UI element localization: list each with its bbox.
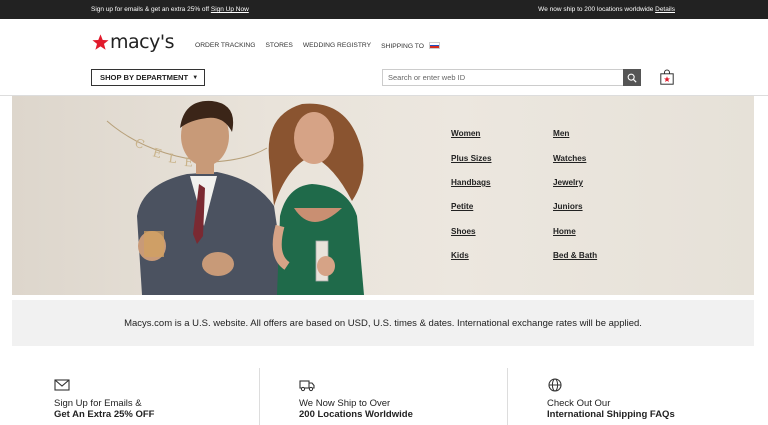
shipping-promo: We now ship to 200 locations worldwide D… (538, 6, 675, 13)
dept-link-home[interactable]: Home (553, 227, 576, 236)
dept-link-bed-bath[interactable]: Bed & Bath (553, 251, 597, 260)
dept-link-juniors[interactable]: Juniors (553, 202, 583, 211)
dept-link-handbags[interactable]: Handbags (451, 178, 491, 187)
svg-text:E: E (151, 145, 163, 161)
shipping-promo-text: We now ship to 200 locations worldwide (538, 6, 654, 13)
shipping-line2: 200 Locations Worldwide (299, 409, 413, 420)
email-promo: Sign up for emails & get an extra 25% of… (91, 6, 249, 13)
shipping-faq-block[interactable]: Check Out Our International Shipping FAQ… (547, 368, 747, 425)
wedding-registry-link[interactable]: WEDDING REGISTRY (303, 42, 371, 50)
shipping-to-link[interactable]: SHIPPING TO (381, 42, 440, 50)
russia-flag-icon (428, 42, 440, 49)
search-icon (627, 73, 637, 83)
shop-by-department-label: SHOP BY DEPARTMENT (100, 73, 189, 82)
email-signup-line2: Get An Extra 25% OFF (54, 409, 155, 420)
caret-down-icon: ▼ (192, 74, 199, 81)
star-logo-icon (92, 33, 109, 50)
dept-link-shoes[interactable]: Shoes (451, 227, 476, 236)
dept-link-petite[interactable]: Petite (451, 202, 473, 211)
stores-link[interactable]: STORES (265, 42, 292, 50)
dept-link-jewelry[interactable]: Jewelry (553, 178, 583, 187)
svg-text:L: L (168, 151, 178, 166)
email-signup-line1: Sign Up for Emails & (54, 398, 142, 409)
hero-couple-image: C E L E (106, 100, 364, 295)
dept-link-women[interactable]: Women (451, 129, 480, 138)
globe-icon (548, 378, 562, 392)
details-link[interactable]: Details (655, 6, 675, 13)
international-notice-text: Macys.com is a U.S. website. All offers … (124, 317, 642, 329)
info-divider (507, 368, 508, 425)
macys-logo[interactable]: macy's (92, 31, 174, 53)
utility-nav: ORDER TRACKING STORES WEDDING REGISTRY S… (195, 42, 450, 50)
envelope-icon (54, 379, 70, 391)
shop-by-department-button[interactable]: SHOP BY DEPARTMENT ▼ (91, 69, 205, 86)
shipping-block[interactable]: We Now Ship to Over 200 Locations Worldw… (299, 368, 489, 425)
promo-bar: Sign up for emails & get an extra 25% of… (0, 0, 768, 19)
dept-link-watches[interactable]: Watches (553, 154, 586, 163)
search-bar (382, 69, 641, 86)
international-notice: Macys.com is a U.S. website. All offers … (12, 300, 754, 346)
search-input[interactable] (383, 70, 623, 85)
search-button[interactable] (623, 69, 641, 86)
sign-up-now-link[interactable]: Sign Up Now (211, 6, 249, 13)
email-promo-text: Sign up for emails & get an extra 25% of… (91, 6, 210, 13)
order-tracking-link[interactable]: ORDER TRACKING (195, 42, 255, 50)
hero-banner: C E L E Women Plus Sizes Handbags Petite… (12, 96, 754, 295)
faq-line1: Check Out Our (547, 398, 611, 409)
svg-text:C: C (133, 136, 146, 152)
dept-link-kids[interactable]: Kids (451, 251, 469, 260)
shopping-bag-icon[interactable] (660, 69, 674, 85)
shipping-line1: We Now Ship to Over (299, 398, 391, 409)
email-signup-block[interactable]: Sign Up for Emails & Get An Extra 25% OF… (54, 368, 244, 425)
dept-link-plus-sizes[interactable]: Plus Sizes (451, 154, 492, 163)
faq-line2: International Shipping FAQs (547, 409, 675, 420)
truck-icon (299, 380, 315, 392)
info-divider (259, 368, 260, 425)
dept-link-men[interactable]: Men (553, 129, 569, 138)
logo-text: macy's (110, 31, 174, 53)
shipping-to-label: SHIPPING TO (381, 43, 424, 50)
